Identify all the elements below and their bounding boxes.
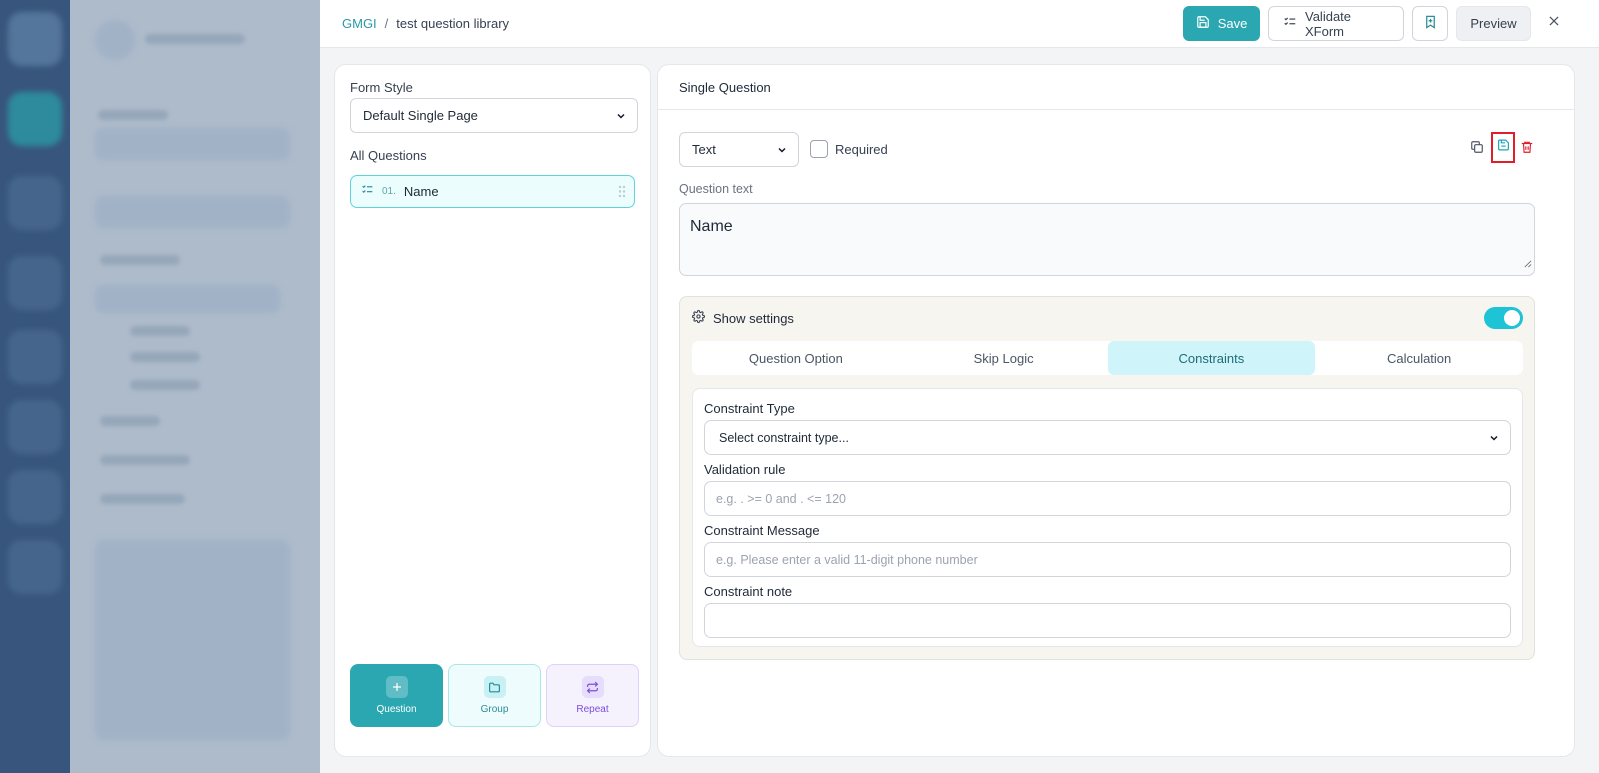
bookmark-button[interactable] — [1412, 6, 1448, 41]
constraints-form: Constraint Type Select constraint type..… — [692, 388, 1523, 647]
question-text-input[interactable]: Name — [679, 203, 1535, 276]
question-list-item[interactable]: 01. Name — [350, 175, 635, 208]
show-settings-label: Show settings — [713, 310, 794, 326]
question-editor: Single Question Text Required Question t… — [657, 64, 1575, 757]
constraint-note-label: Constraint note — [704, 584, 793, 599]
add-question-label: Question — [376, 704, 417, 715]
editor-header: Single Question — [658, 65, 1574, 110]
save-button[interactable]: Save — [1183, 6, 1260, 41]
question-number: 01. — [382, 186, 396, 197]
form-builder-panel: GMGI / test question library Save Valida… — [320, 0, 1599, 773]
tab-skip-logic[interactable]: Skip Logic — [900, 341, 1108, 375]
question-checklist-icon — [361, 183, 374, 201]
required-checkbox[interactable] — [810, 140, 828, 158]
constraint-type-select[interactable]: Select constraint type... — [704, 420, 1511, 455]
validation-rule-label: Validation rule — [704, 462, 786, 477]
settings-header: Show settings — [692, 310, 794, 326]
background-app — [0, 0, 320, 773]
plus-icon — [385, 676, 408, 698]
chevron-down-icon — [1488, 432, 1500, 447]
duplicate-button[interactable] — [1466, 137, 1488, 161]
form-style-select[interactable]: Default Single Page — [350, 98, 638, 133]
settings-panel: Show settings Question Option Skip Logic… — [679, 296, 1535, 660]
folder-icon — [483, 676, 506, 698]
validation-rule-placeholder: e.g. . >= 0 and . <= 120 — [716, 491, 846, 506]
question-text-label: Question text — [679, 182, 753, 196]
chevron-down-icon — [776, 144, 788, 159]
constraint-type-value: Select constraint type... — [719, 430, 849, 445]
validate-xform-button[interactable]: Validate XForm — [1268, 6, 1404, 41]
save-to-library-button[interactable] — [1491, 132, 1515, 163]
trash-icon — [1520, 140, 1534, 159]
required-label: Required — [835, 142, 888, 157]
save-icon — [1196, 15, 1210, 32]
delete-button[interactable] — [1516, 137, 1538, 161]
close-button[interactable] — [1538, 6, 1570, 41]
add-group-label: Group — [480, 704, 509, 715]
constraint-message-label: Constraint Message — [704, 523, 820, 538]
add-repeat-label: Repeat — [576, 704, 609, 715]
breadcrumb-separator: / — [384, 16, 389, 31]
question-type-select[interactable]: Text — [679, 132, 799, 167]
modal-overlay — [0, 0, 320, 773]
add-repeat-button[interactable]: Repeat — [546, 664, 639, 727]
constraint-message-input[interactable]: e.g. Please enter a valid 11-digit phone… — [704, 542, 1511, 577]
close-icon — [1547, 14, 1561, 33]
settings-tabs: Question Option Skip Logic Constraints C… — [692, 341, 1523, 375]
bookmark-plus-icon — [1423, 14, 1438, 33]
constraint-note-input[interactable] — [704, 603, 1511, 638]
question-text-value: Name — [690, 218, 733, 235]
question-name: Name — [403, 184, 439, 199]
form-style-label: Form Style — [350, 80, 413, 95]
tab-calculation[interactable]: Calculation — [1315, 341, 1523, 375]
resize-handle-icon[interactable] — [1523, 255, 1532, 273]
preview-button-label: Preview — [1470, 16, 1517, 31]
tab-question-option[interactable]: Question Option — [692, 341, 900, 375]
save-button-label: Save — [1217, 16, 1248, 31]
show-settings-toggle[interactable] — [1484, 307, 1523, 329]
breadcrumb-current: test question library — [396, 16, 510, 31]
save-icon — [1497, 138, 1510, 157]
add-group-button[interactable]: Group — [448, 664, 541, 727]
breadcrumb-org-link[interactable]: GMGI — [342, 16, 377, 31]
constraint-type-label: Constraint Type — [704, 401, 795, 416]
validation-rule-input[interactable]: e.g. . >= 0 and . <= 120 — [704, 481, 1511, 516]
chevron-down-icon — [615, 110, 627, 125]
questions-sidebar: Form Style Default Single Page All Quest… — [334, 64, 651, 757]
add-question-button[interactable]: Question — [350, 664, 443, 727]
toggle-knob — [1504, 310, 1520, 326]
gear-icon — [692, 310, 705, 326]
question-type-value: Text — [692, 142, 716, 157]
drag-handle-icon[interactable] — [618, 185, 626, 203]
all-questions-label: All Questions — [350, 148, 427, 163]
tab-constraints[interactable]: Constraints — [1107, 341, 1316, 375]
repeat-icon — [581, 676, 604, 698]
validate-xform-label: Validate XForm — [1305, 8, 1352, 39]
preview-button[interactable]: Preview — [1456, 6, 1531, 41]
form-style-value: Default Single Page — [363, 108, 478, 123]
checklist-icon — [1283, 15, 1297, 32]
copy-icon — [1470, 140, 1484, 159]
top-bar: GMGI / test question library Save Valida… — [320, 0, 1599, 48]
constraint-message-placeholder: e.g. Please enter a valid 11-digit phone… — [716, 552, 978, 567]
